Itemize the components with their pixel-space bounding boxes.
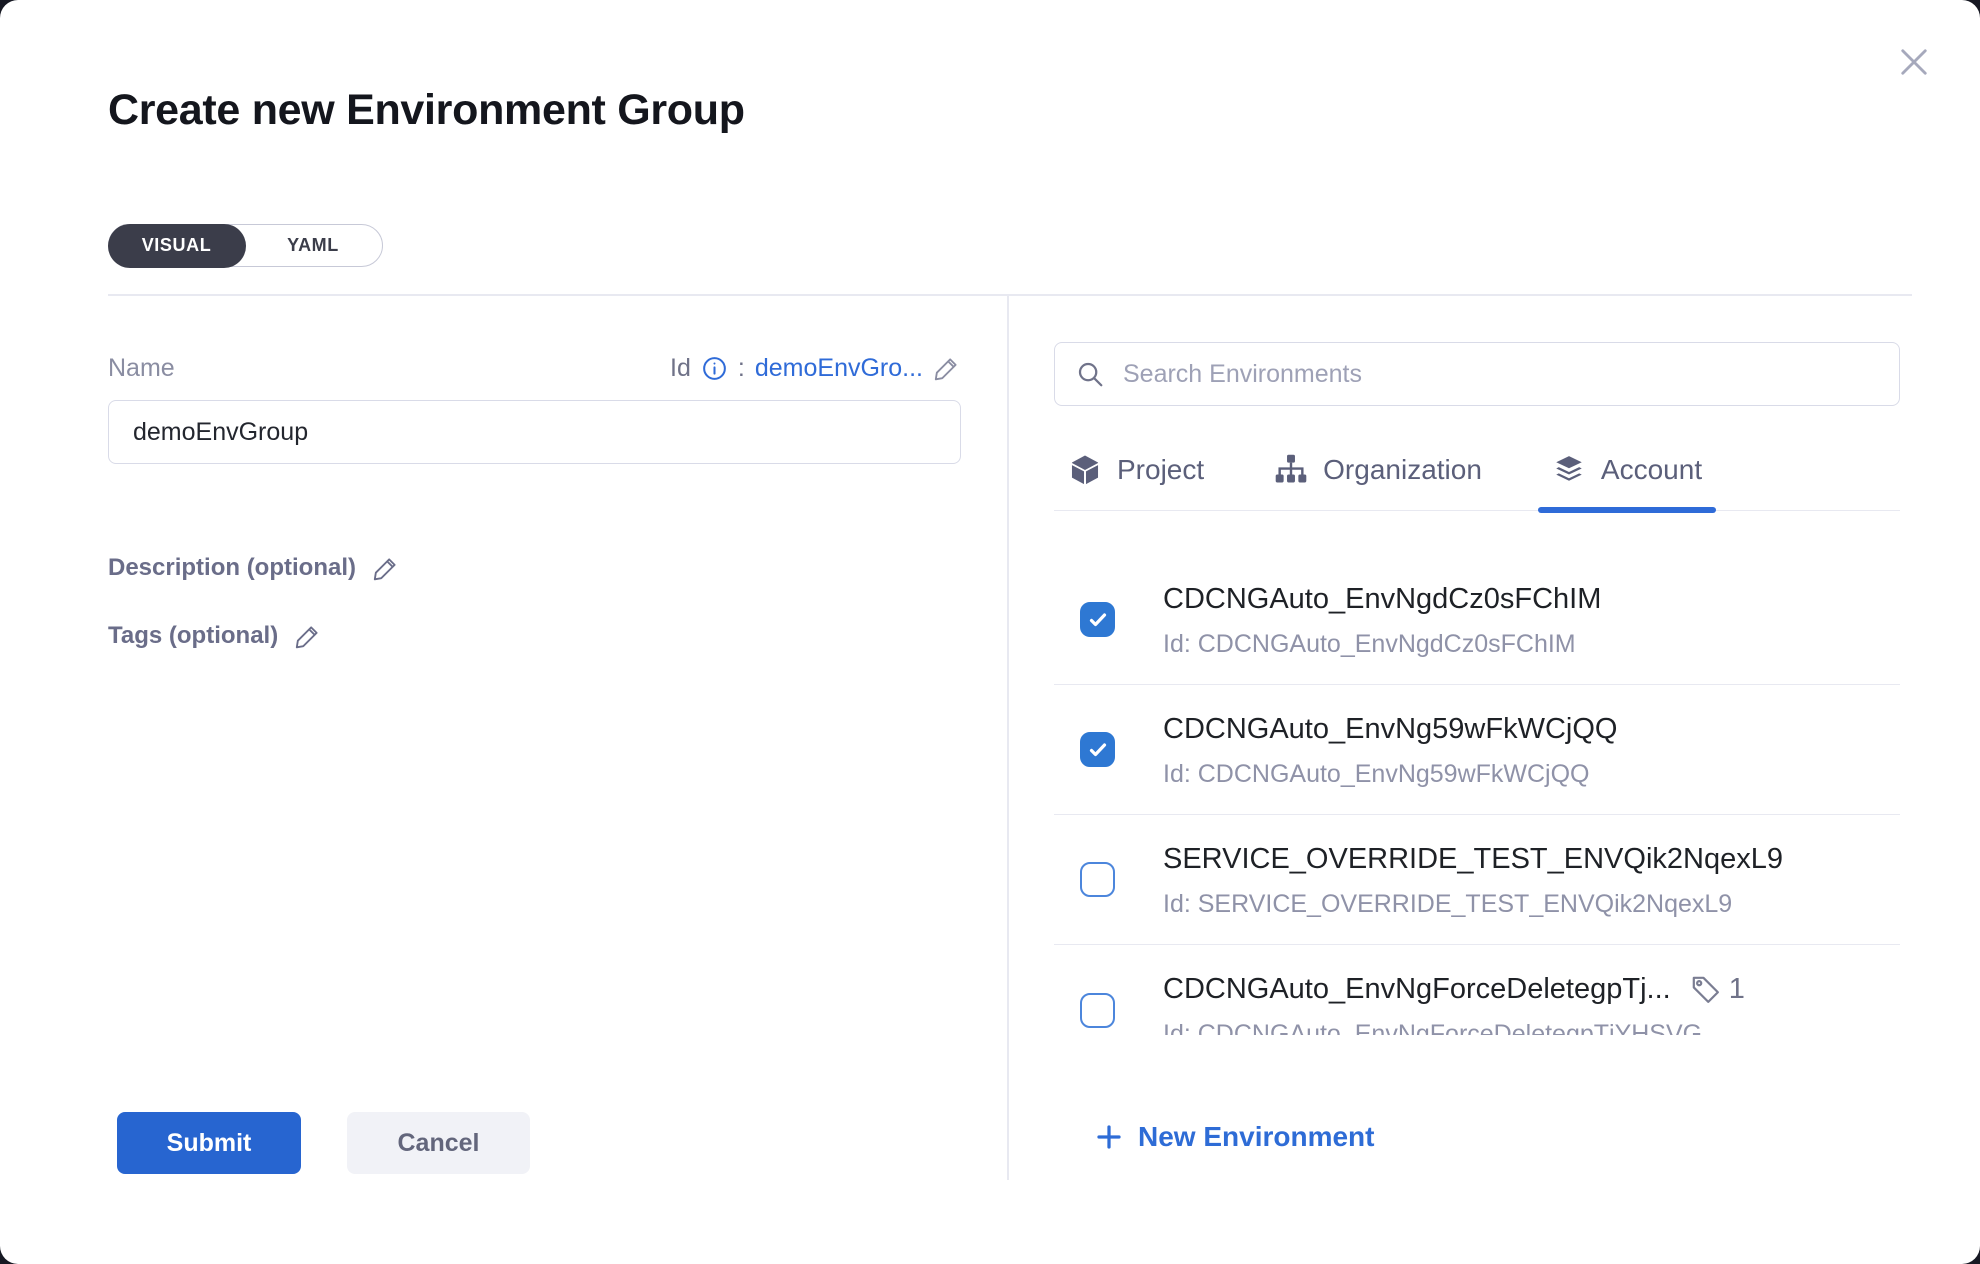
header-divider bbox=[108, 294, 1912, 296]
env-list-item[interactable]: CDCNGAuto_EnvNgForceDeletegpTj... 1 Id: … bbox=[1054, 945, 1900, 1035]
name-input[interactable] bbox=[108, 400, 961, 464]
toggle-visual[interactable]: VISUAL bbox=[108, 224, 246, 268]
environment-list: CDCNGAuto_EnvNgdCz0sFChIM Id: CDCNGAuto_… bbox=[1054, 555, 1900, 1035]
cube-icon bbox=[1068, 453, 1102, 487]
tab-project-label: Project bbox=[1117, 450, 1204, 490]
layers-icon bbox=[1552, 453, 1586, 487]
info-icon[interactable] bbox=[701, 355, 728, 382]
env-list-item[interactable]: CDCNGAuto_EnvNgdCz0sFChIM Id: CDCNGAuto_… bbox=[1054, 555, 1900, 685]
id-separator: : bbox=[738, 354, 745, 383]
create-env-group-dialog: Create new Environment Group VISUAL YAML… bbox=[0, 0, 1980, 1264]
close-icon bbox=[1896, 44, 1932, 80]
tag-icon bbox=[1689, 973, 1722, 1006]
env-checkbox[interactable] bbox=[1080, 993, 1115, 1028]
env-name: CDCNGAuto_EnvNg59wFkWCjQQ bbox=[1163, 710, 1617, 748]
tab-organization-label: Organization bbox=[1323, 450, 1482, 490]
search-icon bbox=[1075, 359, 1105, 389]
panel-divider bbox=[1007, 294, 1009, 1180]
name-label: Name bbox=[108, 354, 175, 383]
tab-account-label: Account bbox=[1601, 450, 1702, 490]
env-id: Id: CDCNGAuto_EnvNgdCz0sFChIM bbox=[1163, 628, 1601, 660]
env-id: Id: CDCNGAuto_EnvNgForceDeletegpTjYHSVG bbox=[1163, 1018, 1745, 1035]
description-label: Description (optional) bbox=[108, 554, 356, 582]
edit-description-icon[interactable] bbox=[372, 554, 400, 582]
new-environment-button[interactable]: New Environment bbox=[1094, 1121, 1374, 1153]
env-name: CDCNGAuto_EnvNgForceDeletegpTj... bbox=[1163, 970, 1671, 1008]
submit-button[interactable]: Submit bbox=[117, 1112, 301, 1174]
id-value[interactable]: demoEnvGro... bbox=[755, 354, 923, 383]
plus-icon bbox=[1094, 1122, 1124, 1152]
env-id: Id: CDCNGAuto_EnvNg59wFkWCjQQ bbox=[1163, 758, 1617, 790]
env-name: CDCNGAuto_EnvNgdCz0sFChIM bbox=[1163, 580, 1601, 618]
tags-label: Tags (optional) bbox=[108, 622, 278, 650]
new-environment-label: New Environment bbox=[1138, 1121, 1374, 1153]
group-details-form: Name Id : demoEnvGro... Description (opt… bbox=[108, 348, 961, 650]
visual-yaml-toggle: VISUAL YAML bbox=[108, 224, 383, 267]
close-button[interactable] bbox=[1892, 40, 1936, 84]
environment-picker-panel: Project Organization Account CDCNGAuto_E… bbox=[1054, 342, 1900, 1157]
scope-tabs: Project Organization Account bbox=[1054, 406, 1900, 511]
edit-tags-icon[interactable] bbox=[294, 622, 322, 650]
env-checkbox[interactable] bbox=[1080, 732, 1115, 767]
search-input[interactable] bbox=[1121, 359, 1879, 390]
tab-account[interactable]: Account bbox=[1540, 450, 1714, 490]
env-id: Id: SERVICE_OVERRIDE_TEST_ENVQik2NqexL9 bbox=[1163, 888, 1783, 920]
search-box bbox=[1054, 342, 1900, 406]
env-list-item[interactable]: CDCNGAuto_EnvNg59wFkWCjQQ Id: CDCNGAuto_… bbox=[1054, 685, 1900, 815]
tag-count-badge: 1 bbox=[1689, 973, 1745, 1006]
env-name: SERVICE_OVERRIDE_TEST_ENVQik2NqexL9 bbox=[1163, 840, 1783, 878]
env-checkbox[interactable] bbox=[1080, 602, 1115, 637]
toggle-yaml[interactable]: YAML bbox=[244, 225, 382, 266]
tab-organization[interactable]: Organization bbox=[1262, 450, 1494, 490]
dialog-footer: Submit Cancel bbox=[117, 1112, 530, 1174]
id-row: Id : demoEnvGro... bbox=[670, 354, 961, 383]
check-icon bbox=[1086, 608, 1110, 632]
check-icon bbox=[1086, 738, 1110, 762]
tag-count: 1 bbox=[1729, 973, 1745, 1006]
env-list-item[interactable]: SERVICE_OVERRIDE_TEST_ENVQik2NqexL9 Id: … bbox=[1054, 815, 1900, 945]
env-checkbox[interactable] bbox=[1080, 862, 1115, 897]
org-hierarchy-icon bbox=[1274, 453, 1308, 487]
tab-project[interactable]: Project bbox=[1056, 450, 1216, 490]
page-title: Create new Environment Group bbox=[108, 86, 745, 135]
cancel-button[interactable]: Cancel bbox=[347, 1112, 530, 1174]
id-label: Id bbox=[670, 354, 691, 383]
edit-id-icon[interactable] bbox=[933, 354, 961, 382]
